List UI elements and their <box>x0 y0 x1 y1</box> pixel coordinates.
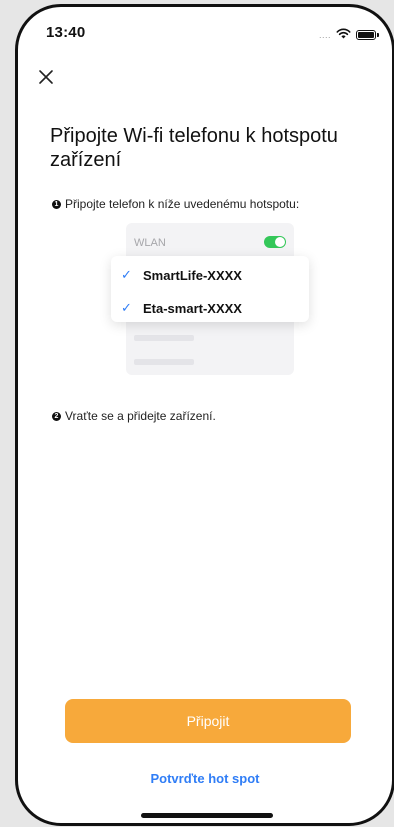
wifi-icon <box>336 26 351 44</box>
wlan-label: WLAN <box>134 237 166 249</box>
close-icon[interactable] <box>36 67 56 87</box>
page-title: Připojte Wi-fi telefonu k hotspotu zaříz… <box>50 125 338 171</box>
signal-dots: .... <box>318 30 331 40</box>
checkmark-icon: ✓ <box>121 300 132 315</box>
connect-button[interactable]: Připojit <box>65 699 351 743</box>
wlan-toggle-icon <box>264 236 286 248</box>
toggle-knob <box>275 237 285 247</box>
network-list-popup: ✓ SmartLife-XXXX ✓ Eta-smart-XXXX <box>111 256 309 322</box>
status-bar: 13:40 .... <box>18 7 392 51</box>
status-icons: .... <box>318 26 379 44</box>
step-1-number: 1 <box>52 199 61 209</box>
step-1-text: Připojte telefon k níže uvedenému hotspo… <box>65 197 300 211</box>
phone-screen: 13:40 .... Připojte Wi-fi telefonu k hot… <box>15 4 394 826</box>
battery-icon <box>356 30 379 40</box>
battery-level <box>358 32 374 38</box>
network-item-eta-smart: ✓ Eta-smart-XXXX <box>121 300 242 316</box>
home-indicator <box>141 813 273 818</box>
step-2: 2 Vraťte se a přidejte zařízení. <box>52 409 216 423</box>
placeholder-line <box>134 359 194 365</box>
network-name: SmartLife-XXXX <box>143 267 242 283</box>
status-time: 13:40 <box>46 24 86 41</box>
placeholder-line <box>134 335 194 341</box>
network-item-smartlife: ✓ SmartLife-XXXX <box>121 267 242 283</box>
step-2-number: 2 <box>52 411 61 421</box>
network-name: Eta-smart-XXXX <box>143 300 242 316</box>
step-1: 1 Připojte telefon k níže uvedenému hots… <box>52 197 299 211</box>
confirm-hotspot-link[interactable]: Potvrďte hot spot <box>18 771 392 786</box>
step-2-text: Vraťte se a přidejte zařízení. <box>65 409 216 423</box>
checkmark-icon: ✓ <box>121 267 132 282</box>
